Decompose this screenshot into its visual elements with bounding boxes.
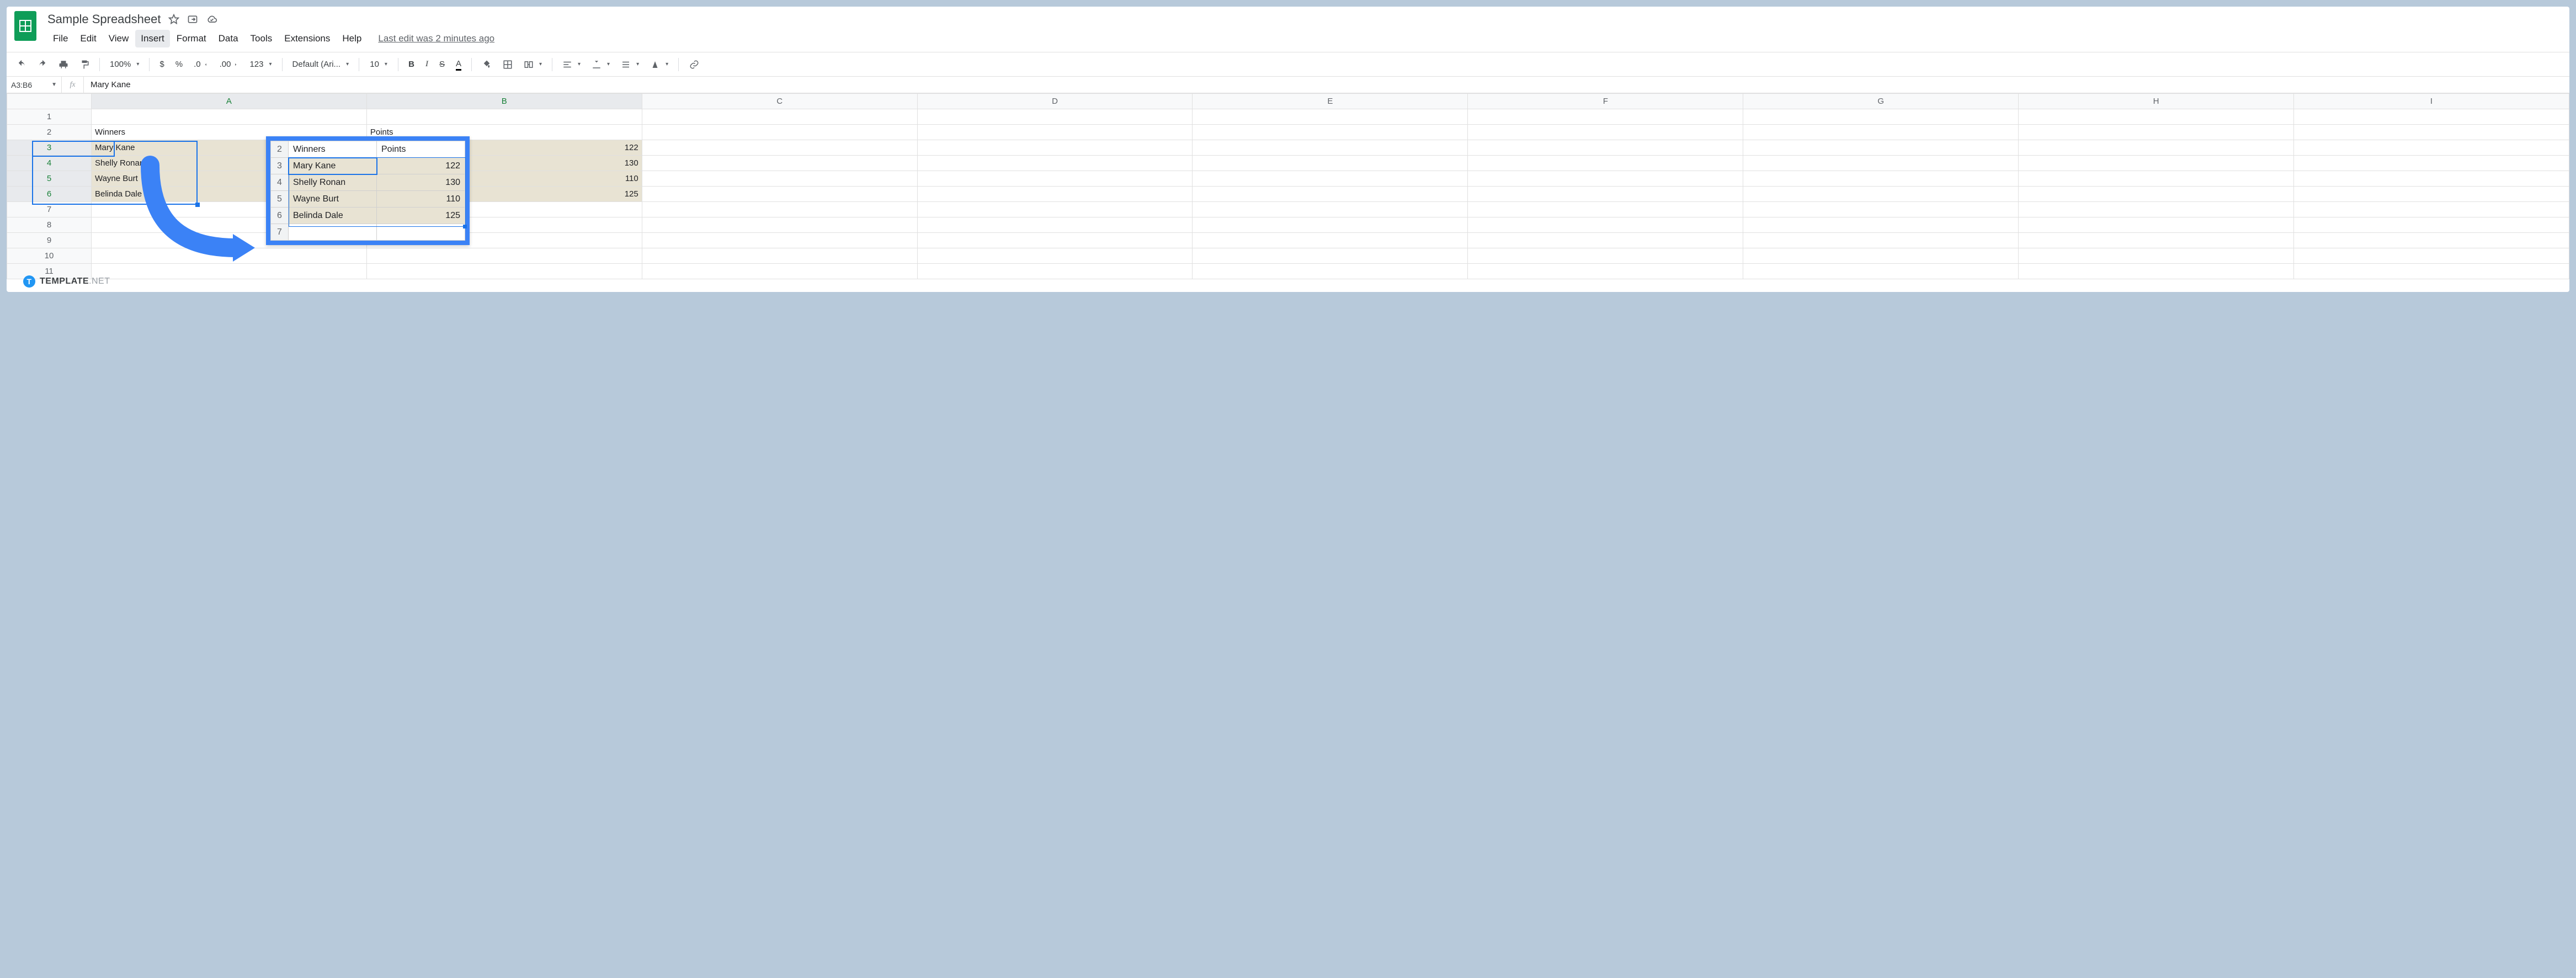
insert-link-button[interactable] xyxy=(684,56,704,73)
callout-B5: 110 xyxy=(377,191,465,208)
menu-tools[interactable]: Tools xyxy=(245,30,278,47)
col-header-D[interactable]: D xyxy=(917,94,1193,109)
spreadsheet-grid[interactable]: A B C D E F G H I 1 2 Winners Points 3 M… xyxy=(7,93,2569,292)
callout-A5: Wayne Burt xyxy=(289,191,377,208)
watermark-brand: TEMPLATE xyxy=(40,277,89,286)
bold-button[interactable]: B xyxy=(404,56,419,72)
paint-format-button[interactable] xyxy=(75,56,94,73)
menu-data[interactable]: Data xyxy=(213,30,244,47)
watermark: T TEMPLATE.NET xyxy=(23,275,110,288)
col-header-B[interactable]: B xyxy=(366,94,642,109)
font-size-dropdown[interactable]: 10 xyxy=(365,56,392,72)
menu-help[interactable]: Help xyxy=(337,30,367,47)
fx-label: fx xyxy=(62,77,84,93)
formula-input[interactable]: Mary Kane xyxy=(84,80,2569,89)
callout-row-3: 3 xyxy=(271,158,289,174)
vertical-align-dropdown[interactable] xyxy=(587,56,614,73)
row-header-9[interactable]: 9 xyxy=(7,233,92,248)
watermark-t-icon: T xyxy=(23,275,35,288)
menu-format[interactable]: Format xyxy=(171,30,212,47)
merge-cells-dropdown[interactable] xyxy=(519,56,546,73)
row-header-7[interactable]: 7 xyxy=(7,202,92,217)
watermark-suffix: .NET xyxy=(89,277,110,286)
callout-row-2: 2 xyxy=(271,141,289,158)
callout-preview: 2 Winners Points 3 Mary Kane 122 4 Shell… xyxy=(266,136,470,245)
callout-A6: Belinda Dale xyxy=(289,208,377,224)
text-wrap-dropdown[interactable] xyxy=(616,56,643,73)
col-header-G[interactable]: G xyxy=(1743,94,2019,109)
cloud-status-icon[interactable] xyxy=(206,14,218,25)
callout-A3: Mary Kane xyxy=(289,158,377,174)
move-folder-icon[interactable] xyxy=(187,14,198,25)
last-edit-link[interactable]: Last edit was 2 minutes ago xyxy=(378,33,494,44)
menu-insert[interactable]: Insert xyxy=(135,30,170,47)
strikethrough-button[interactable]: S xyxy=(435,56,449,72)
row-header-5[interactable]: 5 xyxy=(7,171,92,187)
name-box[interactable]: A3:B6 ▼ xyxy=(7,77,62,93)
callout-B6: 125 xyxy=(377,208,465,224)
col-header-H[interactable]: H xyxy=(2019,94,2294,109)
text-rotation-dropdown[interactable] xyxy=(646,56,673,73)
menu-edit[interactable]: Edit xyxy=(74,30,102,47)
row-header-10[interactable]: 10 xyxy=(7,248,92,264)
row-header-2[interactable]: 2 xyxy=(7,125,92,140)
number-format-dropdown[interactable]: 123 xyxy=(245,56,276,72)
name-box-value: A3:B6 xyxy=(11,81,32,89)
row-header-3[interactable]: 3 xyxy=(7,140,92,156)
callout-row-4: 4 xyxy=(271,174,289,191)
row-header-6[interactable]: 6 xyxy=(7,187,92,202)
col-header-E[interactable]: E xyxy=(1193,94,1468,109)
row-header-4[interactable]: 4 xyxy=(7,156,92,171)
menu-file[interactable]: File xyxy=(47,30,73,47)
callout-A2: Winners xyxy=(289,141,377,158)
menubar: File Edit View Insert Format Data Tools … xyxy=(47,26,2562,52)
menu-extensions[interactable]: Extensions xyxy=(279,30,336,47)
redo-button[interactable] xyxy=(33,56,52,73)
callout-B4: 130 xyxy=(377,174,465,191)
chevron-down-icon: ▼ xyxy=(51,82,57,88)
callout-row-7: 7 xyxy=(271,224,289,241)
print-button[interactable] xyxy=(54,56,73,73)
currency-button[interactable]: $ xyxy=(155,56,168,72)
callout-A4: Shelly Ronan xyxy=(289,174,377,191)
fill-handle[interactable] xyxy=(195,203,200,207)
callout-row-6: 6 xyxy=(271,208,289,224)
row-header-1[interactable]: 1 xyxy=(7,109,92,125)
zoom-dropdown[interactable]: 100% xyxy=(105,56,143,72)
undo-button[interactable] xyxy=(12,56,31,73)
menu-view[interactable]: View xyxy=(103,30,135,47)
col-header-A[interactable]: A xyxy=(91,94,366,109)
italic-button[interactable]: I xyxy=(421,56,433,72)
star-icon[interactable] xyxy=(168,14,179,25)
percent-button[interactable]: % xyxy=(171,56,187,72)
fill-color-button[interactable] xyxy=(477,56,496,73)
formula-bar-row: A3:B6 ▼ fx Mary Kane xyxy=(7,77,2569,93)
col-header-F[interactable]: F xyxy=(1468,94,1743,109)
col-header-C[interactable]: C xyxy=(642,94,917,109)
callout-B2: Points xyxy=(377,141,465,158)
font-family-dropdown[interactable]: Default (Ari... xyxy=(288,56,354,72)
titlebar: Sample Spreadsheet File Edit View Insert… xyxy=(7,7,2569,52)
increase-decimal-button[interactable]: .00 xyxy=(215,56,243,72)
toolbar: 100% $ % .0 .00 123 Default (Ari... 10 B… xyxy=(7,52,2569,77)
decrease-decimal-button[interactable]: .0 xyxy=(189,56,213,72)
borders-button[interactable] xyxy=(498,56,517,73)
col-header-I[interactable]: I xyxy=(2293,94,2569,109)
callout-row-5: 5 xyxy=(271,191,289,208)
text-color-button[interactable]: A xyxy=(451,56,466,73)
row-header-8[interactable]: 8 xyxy=(7,217,92,233)
app-window: Sample Spreadsheet File Edit View Insert… xyxy=(7,7,2569,292)
select-all-corner[interactable] xyxy=(7,94,92,109)
sheets-app-icon[interactable] xyxy=(14,11,36,41)
callout-B3: 122 xyxy=(377,158,465,174)
horizontal-align-dropdown[interactable] xyxy=(558,56,585,73)
document-title[interactable]: Sample Spreadsheet xyxy=(47,12,161,26)
